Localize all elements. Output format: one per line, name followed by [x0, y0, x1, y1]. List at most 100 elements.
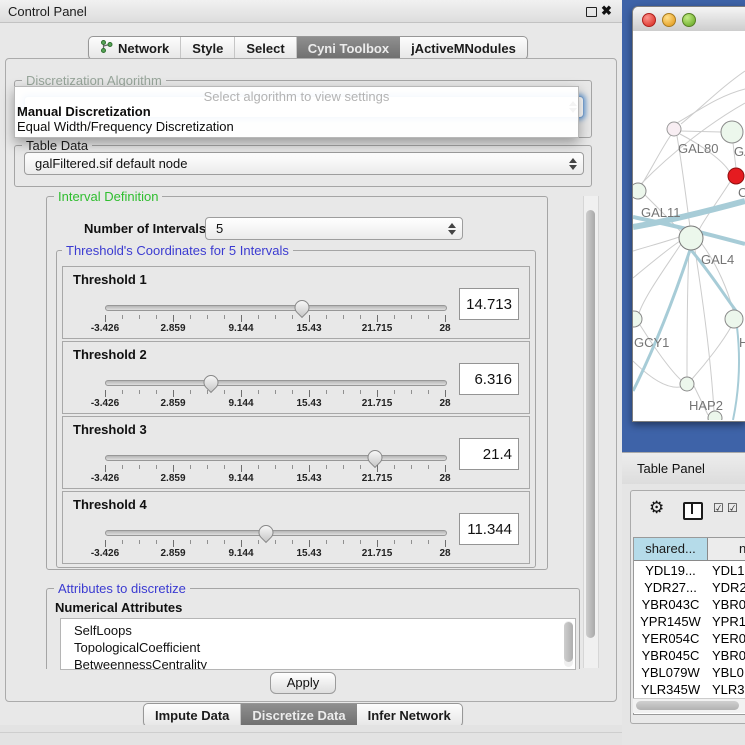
tab-cyni-toolbox[interactable]: Cyni Toolbox [297, 37, 400, 59]
slider-ticks [105, 540, 445, 547]
number-of-intervals-combobox[interactable]: 5 [205, 217, 463, 240]
table-cell[interactable]: YPR1 [712, 614, 745, 629]
table-cell[interactable]: YDL1 [712, 563, 745, 578]
tab-discretize-data-label: Discretize Data [252, 708, 345, 723]
node-gcy1[interactable] [633, 311, 642, 327]
tab-discretize-data[interactable]: Discretize Data [241, 704, 356, 726]
zoom-traffic-light-icon[interactable] [682, 13, 696, 27]
gear-icon[interactable]: ⚙ [649, 499, 664, 516]
tick-label: 15.43 [296, 473, 321, 484]
threshold-1-label: Threshold 1 [73, 272, 147, 287]
table-cell[interactable]: YER0 [712, 631, 745, 646]
tab-jactivemnodules[interactable]: jActiveMNodules [400, 37, 527, 59]
minimize-traffic-light-icon[interactable] [662, 13, 676, 27]
tab-select[interactable]: Select [235, 37, 296, 59]
tick-label: -3.426 [91, 323, 119, 334]
node-gal4[interactable] [679, 226, 703, 250]
tick-label: 21.715 [362, 548, 393, 559]
list-scrollbar-thumb[interactable] [564, 622, 573, 662]
column-header-shared-name[interactable]: shared... [634, 538, 708, 561]
popup-option-equal-width-frequency[interactable]: Equal Width/Frequency Discretization [17, 119, 234, 134]
threshold-4-value-field[interactable]: 11.344 [459, 513, 519, 545]
tab-style[interactable]: Style [181, 37, 235, 59]
slider-ticks [105, 390, 445, 397]
popup-prompt-item: Select algorithm to view settings [15, 89, 578, 104]
tab-impute-data[interactable]: Impute Data [144, 704, 241, 726]
table-cell[interactable]: YBR045C [634, 648, 707, 663]
threshold-3-value-field[interactable]: 21.4 [459, 438, 519, 470]
columns-icon[interactable] [683, 502, 703, 520]
tab-infer-network[interactable]: Infer Network [357, 704, 462, 726]
node-label: GAL80 [678, 141, 718, 156]
threshold-3-label: Threshold 3 [73, 422, 147, 437]
node-red-selected[interactable] [728, 168, 744, 184]
table-cell[interactable]: YBR0 [712, 597, 745, 612]
tick-label: 2.859 [160, 398, 185, 409]
tab-infer-network-label: Infer Network [368, 708, 451, 723]
node-gal80[interactable] [667, 122, 681, 136]
tick-label: 28 [439, 473, 450, 484]
control-panel-titlebar: Control Panel ✖ [0, 0, 622, 23]
table-data-combobox[interactable]: galFiltered.sif default node [24, 152, 584, 175]
checkbox-icon[interactable]: ☑ [727, 501, 738, 515]
table-cell[interactable]: YBL0 [712, 665, 745, 680]
column-header-name[interactable]: na [708, 538, 745, 561]
tick-label: 9.144 [228, 398, 253, 409]
threshold-2-panel: Threshold 2 -3.426 2.859 9.144 15.43 21.… [62, 341, 530, 414]
network-window-titlebar[interactable] [633, 7, 745, 32]
list-item[interactable]: SelfLoops [74, 623, 132, 638]
node-gal11[interactable] [633, 183, 646, 199]
table-cell[interactable]: YPR145W [634, 614, 707, 629]
table-cell[interactable]: YBR0 [712, 648, 745, 663]
table-cell[interactable]: YBL079W [634, 665, 707, 680]
tab-network[interactable]: Network [89, 37, 181, 59]
table-cell[interactable]: YDL19... [634, 563, 707, 578]
apply-button[interactable]: Apply [270, 672, 336, 694]
tab-style-label: Style [192, 41, 223, 56]
threshold-1-slider[interactable] [105, 305, 447, 311]
table-cell[interactable]: YER054C [634, 631, 707, 646]
panel-scrollbar[interactable] [583, 196, 599, 668]
table-cell[interactable]: YBR043C [634, 597, 707, 612]
checkbox-icon[interactable]: ☑ [713, 501, 724, 515]
tick-label: -3.426 [91, 548, 119, 559]
node-label: C [738, 185, 745, 200]
tick-label: 28 [439, 398, 450, 409]
panel-scrollbar-thumb[interactable] [586, 210, 595, 638]
node-label: H [739, 335, 745, 350]
tick-label: 2.859 [160, 473, 185, 484]
table-cell[interactable]: YDR2 [712, 580, 745, 595]
node-right[interactable] [725, 310, 743, 328]
table-cell[interactable]: YDR27... [634, 580, 707, 595]
network-view-window: GAL80 GA C GAL11 GAL4 GCY1 H HAP2 [632, 6, 745, 422]
node-hap2[interactable] [680, 377, 694, 391]
threshold-1-value-field[interactable]: 14.713 [459, 288, 519, 320]
slider-ticks [105, 315, 445, 322]
threshold-3-slider[interactable] [105, 455, 447, 461]
close-icon[interactable]: ✖ [601, 3, 612, 19]
node-label: GAL11 [641, 205, 681, 220]
table-cell[interactable]: YLR345W [634, 682, 707, 697]
tab-network-label: Network [118, 41, 169, 56]
list-item[interactable]: BetweennessCentrality [74, 657, 207, 670]
close-traffic-light-icon[interactable] [642, 13, 656, 27]
list-item[interactable]: TopologicalCoefficient [74, 640, 200, 655]
threshold-4-label: Threshold 4 [73, 497, 147, 512]
application-window: Control Panel ✖ Network Style Select [0, 0, 745, 745]
attributes-group-title: Attributes to discretize [54, 581, 190, 596]
table-horizontal-scrollbar[interactable] [633, 698, 745, 713]
float-window-icon[interactable] [586, 7, 597, 17]
tick-label: 21.715 [362, 323, 393, 334]
tick-label: -3.426 [91, 473, 119, 484]
threshold-2-slider[interactable] [105, 380, 447, 386]
threshold-2-label: Threshold 2 [73, 347, 147, 362]
list-scrollbar[interactable] [564, 621, 573, 667]
table-cell[interactable]: YLR3 [712, 682, 745, 697]
network-canvas[interactable]: GAL80 GA C GAL11 GAL4 GCY1 H HAP2 [633, 31, 745, 420]
popup-option-manual-discretization[interactable]: Manual Discretization [17, 104, 151, 119]
table-horizontal-scrollbar-thumb[interactable] [636, 701, 739, 710]
tab-select-label: Select [246, 41, 284, 56]
threshold-2-value-field[interactable]: 6.316 [459, 363, 519, 395]
node-top-right[interactable] [721, 121, 743, 143]
threshold-4-slider[interactable] [105, 530, 447, 536]
